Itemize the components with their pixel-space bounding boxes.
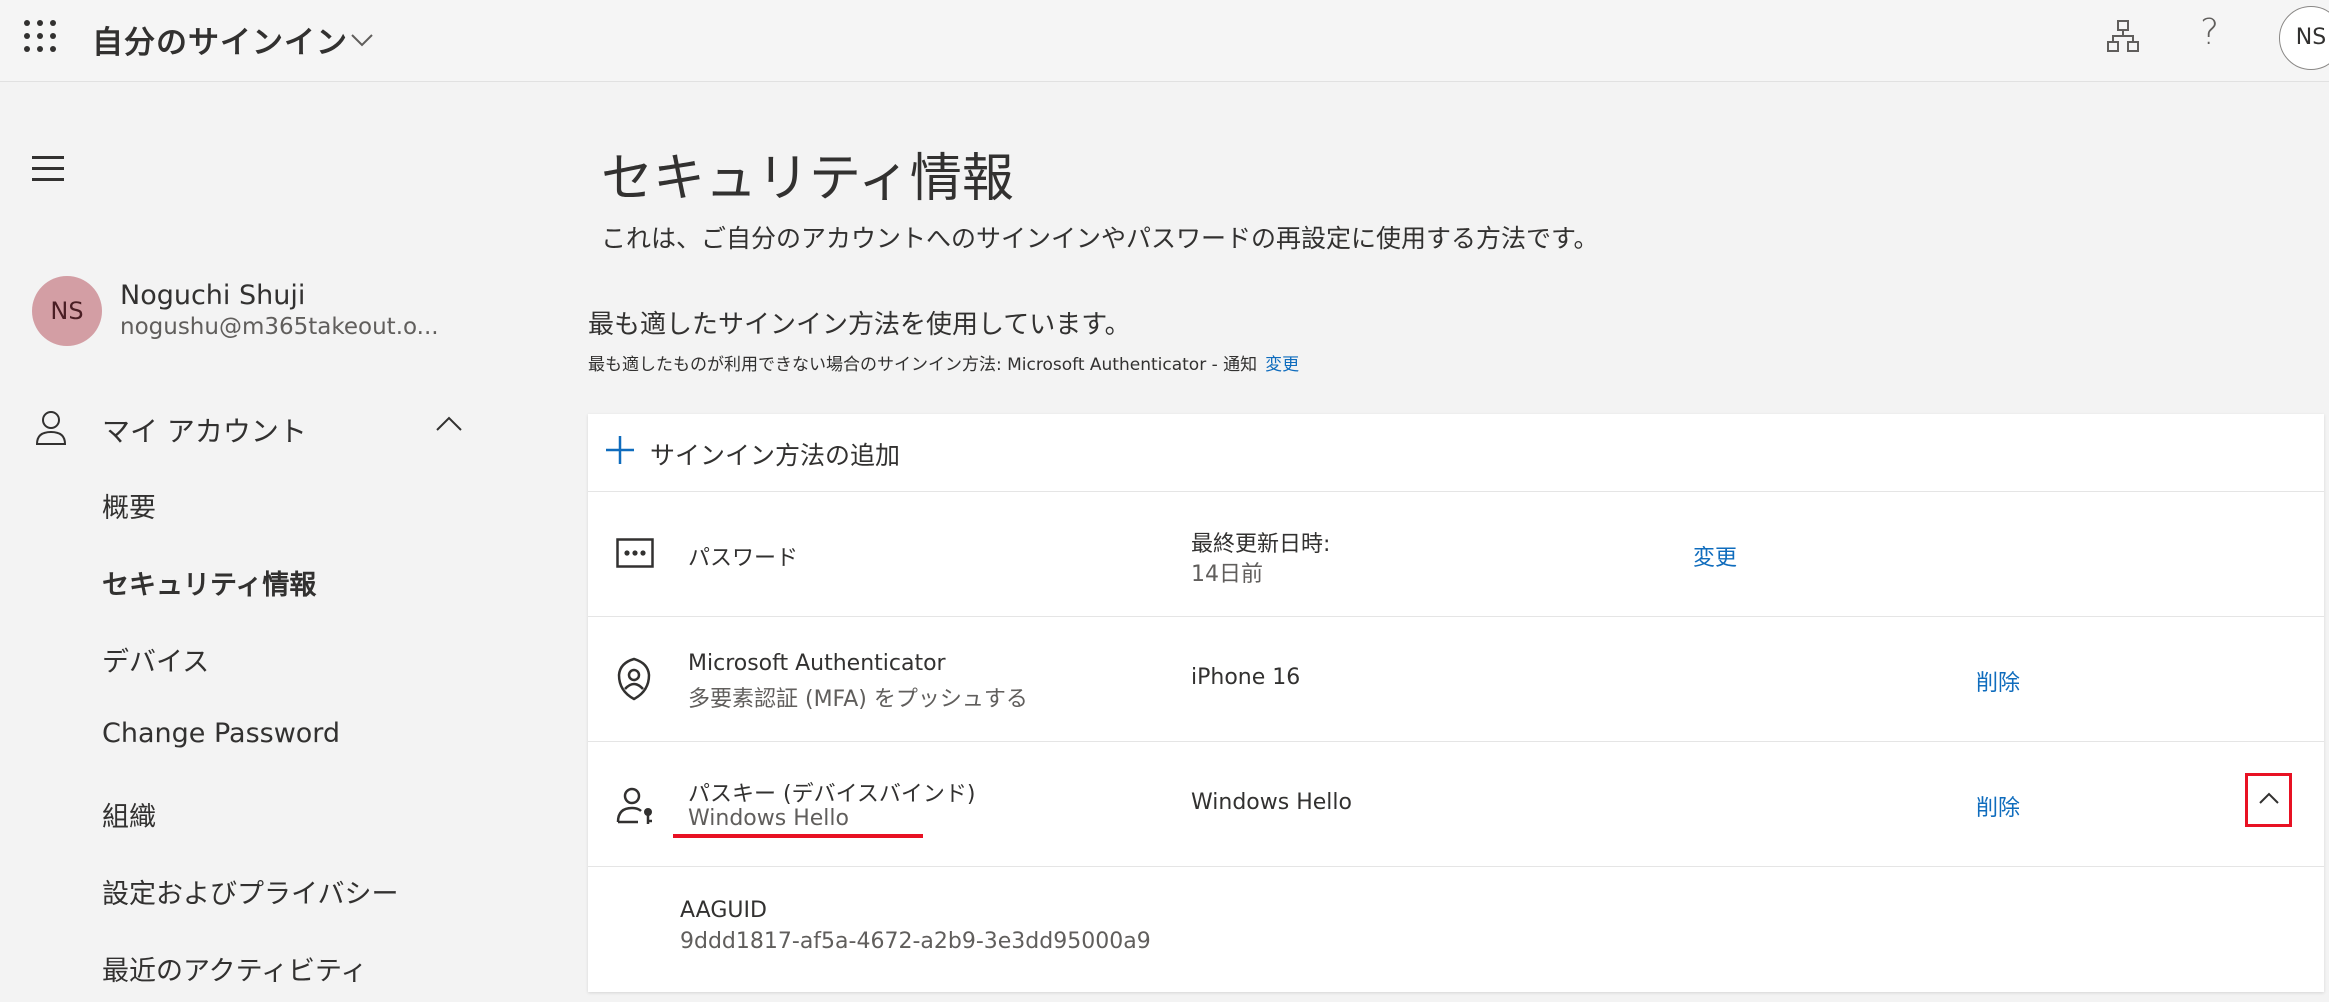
method-row-passkey: パスキー (デバイスバインド) Windows Hello Windows He…: [588, 742, 2324, 867]
chevron-down-icon[interactable]: [348, 26, 376, 54]
highlight-underline: [673, 834, 923, 838]
sidebar-item-organizations[interactable]: 組織: [102, 795, 156, 834]
method-row-password: パスワード 最終更新日時: 14日前 変更: [588, 492, 2324, 617]
sidebar-item-recent-activity[interactable]: 最近のアクティビティ: [102, 949, 367, 988]
sidebar-item-devices[interactable]: デバイス: [102, 640, 209, 679]
method-subtitle: 多要素認証 (MFA) をプッシュする: [688, 687, 1028, 712]
fallback-text: 最も適したものが利用できない場合のサインイン方法: Microsoft Auth…: [588, 350, 1299, 375]
method-detail-label: 最終更新日時:: [1191, 532, 1331, 557]
add-method-label: サインイン方法の追加: [650, 441, 901, 470]
waffle-icon[interactable]: [22, 18, 58, 54]
aaguid-label: AAGUID: [680, 898, 767, 923]
page-description: これは、ご自分のアカウントへのサインインやパスワードの再設定に使用する方法です。: [601, 224, 1599, 253]
password-icon: [616, 538, 654, 568]
chevron-up-icon[interactable]: [434, 414, 464, 434]
top-header: 自分のサインイン ? NS: [0, 0, 2329, 82]
method-name: Microsoft Authenticator: [688, 651, 946, 676]
change-password-link[interactable]: 変更: [1693, 540, 1737, 572]
plus-icon: [606, 436, 634, 464]
authenticator-icon: [617, 657, 651, 701]
method-name: パスキー (デバイスバインド): [688, 782, 976, 807]
passkey-icon: [616, 787, 652, 824]
help-icon[interactable]: ?: [2200, 12, 2219, 53]
method-device: Windows Hello: [1191, 790, 1352, 815]
method-device: iPhone 16: [1191, 665, 1301, 690]
best-method-text: 最も適したサインイン方法を使用しています。: [588, 310, 1131, 340]
sidebar-item-settings-privacy[interactable]: 設定およびプライバシー: [102, 872, 398, 911]
sidebar-item-change-password[interactable]: Change Password: [102, 718, 340, 749]
method-name: パスワード: [688, 546, 799, 571]
aaguid-value: 9ddd1817-af5a-4672-a2b9-3e3dd95000a9: [680, 929, 1151, 954]
avatar[interactable]: NS: [2279, 6, 2329, 70]
user-email: nogushu@m365takeout.o...: [120, 314, 439, 340]
methods-card: サインイン方法の追加 パスワード 最終更新日時: 14日前 変更 Microso…: [588, 414, 2324, 992]
person-icon: [35, 411, 67, 445]
my-account-section[interactable]: マイ アカウント: [30, 404, 470, 452]
chevron-up-icon: [2259, 792, 2279, 804]
delete-passkey-link[interactable]: 削除: [1976, 790, 2020, 822]
sidebar-item-overview[interactable]: 概要: [102, 486, 156, 525]
collapse-details-button[interactable]: [2245, 773, 2292, 827]
hamburger-icon[interactable]: [32, 156, 64, 182]
sidebar: NS Noguchi Shuji nogushu@m365takeout.o..…: [0, 82, 556, 1002]
method-subtitle: Windows Hello: [688, 806, 849, 831]
sidebar-item-security-info[interactable]: セキュリティ情報: [102, 563, 316, 602]
app-title[interactable]: 自分のサインイン: [92, 17, 348, 62]
method-detail-value: 14日前: [1191, 562, 1263, 587]
my-account-label: マイ アカウント: [102, 415, 307, 448]
fallback-change-link[interactable]: 変更: [1265, 355, 1299, 375]
org-chart-icon[interactable]: [2106, 19, 2140, 53]
user-name: Noguchi Shuji: [120, 280, 306, 311]
method-row-authenticator: Microsoft Authenticator 多要素認証 (MFA) をプッシ…: [588, 617, 2324, 742]
fallback-label: 最も適したものが利用できない場合のサインイン方法: Microsoft Auth…: [588, 355, 1258, 375]
add-method-button[interactable]: サインイン方法の追加: [588, 414, 2324, 492]
user-avatar: NS: [32, 276, 102, 346]
page-title: セキュリティ情報: [601, 149, 1014, 209]
delete-authenticator-link[interactable]: 削除: [1976, 665, 2020, 697]
